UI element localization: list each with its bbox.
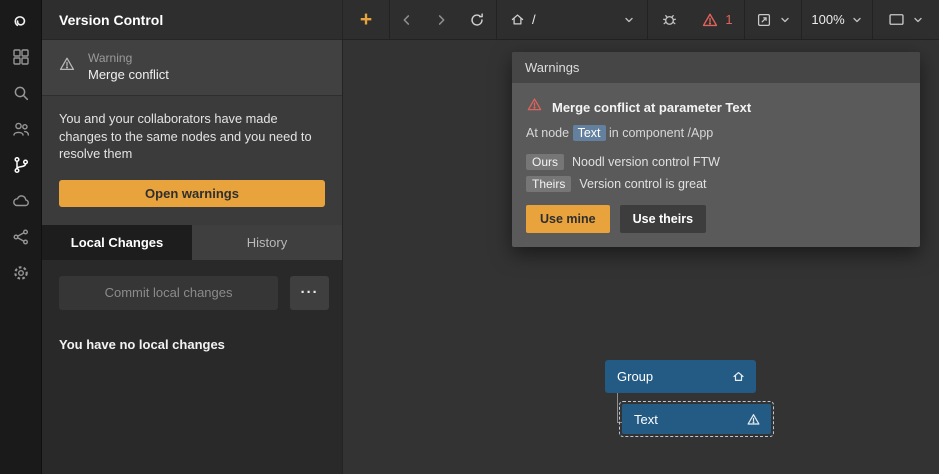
ours-value: Noodl version control FTW (572, 155, 720, 169)
conflict-description: You and your collaborators have made cha… (42, 96, 342, 163)
open-warnings-button[interactable]: Open warnings (59, 180, 325, 207)
merge-conflict-banner: Warning Merge conflict (42, 40, 342, 96)
sidebar-item-collaboration[interactable] (10, 118, 32, 139)
chevron-down-icon (912, 14, 924, 26)
theirs-value: Version control is great (579, 177, 706, 191)
node-label: Text (634, 412, 658, 427)
home-icon (509, 11, 526, 28)
chevron-left-icon (398, 11, 416, 29)
expand-icon (755, 11, 773, 29)
chevron-right-icon (432, 11, 450, 29)
node-text[interactable]: Text (622, 404, 771, 434)
forward-button[interactable] (424, 0, 458, 39)
app-window: Version Control Warning Merge conflict Y… (0, 0, 939, 474)
add-node-button[interactable]: + (343, 0, 389, 39)
node-text-selection[interactable]: Text (619, 401, 774, 437)
chevron-down-icon (851, 14, 863, 26)
home-icon (731, 369, 746, 384)
use-mine-button[interactable]: Use mine (526, 205, 610, 233)
ours-row: Ours Noodl version control FTW (526, 154, 906, 170)
theirs-row: Theirs Version control is great (526, 176, 906, 192)
component-path-dropdown[interactable]: / (497, 0, 647, 39)
conflict-location: At node Text in component /App (526, 126, 906, 140)
back-button[interactable] (390, 0, 424, 39)
chevron-down-icon (779, 14, 791, 26)
use-theirs-button[interactable]: Use theirs (620, 205, 706, 233)
warning-message: Merge conflict (88, 67, 169, 82)
zoom-level-label: 100% (811, 12, 844, 27)
preview-mode-dropdown[interactable] (745, 0, 801, 39)
sidebar-item-cloud[interactable] (10, 190, 32, 211)
search-icon (11, 83, 31, 103)
panel-tabs: Local Changes History (42, 225, 342, 260)
sidebar-item-settings[interactable] (10, 262, 32, 283)
ours-chip: Ours (526, 154, 564, 170)
warnings-popup: Warnings Merge conflict at parameter Tex… (512, 52, 920, 247)
node-label: Group (617, 369, 653, 384)
sidebar-item-components[interactable] (10, 46, 32, 67)
main-area: + / (343, 0, 939, 474)
warning-triangle-icon (701, 11, 719, 29)
tab-local-changes[interactable]: Local Changes (42, 225, 192, 260)
component-path-label: / (532, 12, 536, 27)
commit-local-changes-button[interactable]: Commit local changes (59, 276, 278, 310)
warnings-button[interactable]: 1 (690, 0, 744, 39)
theirs-chip: Theirs (526, 176, 571, 192)
viewport-size-dropdown[interactable] (873, 0, 937, 39)
warnings-popup-title: Warnings (512, 52, 920, 83)
more-options-button[interactable]: ··· (290, 276, 329, 310)
debug-button[interactable] (648, 0, 690, 39)
panel-title: Version Control (42, 0, 342, 40)
gear-icon (11, 263, 31, 283)
refresh-icon (468, 11, 486, 29)
zoom-level-dropdown[interactable]: 100% (802, 0, 872, 39)
warning-triangle-icon (746, 412, 761, 427)
bug-icon (660, 10, 679, 29)
warning-triangle-icon (526, 96, 543, 118)
version-control-panel: Version Control Warning Merge conflict Y… (42, 0, 343, 474)
sidebar-item-search[interactable] (10, 82, 32, 103)
warning-triangle-icon (58, 55, 76, 78)
share-nodes-icon (11, 227, 31, 247)
cloud-icon (11, 191, 31, 211)
local-changes-content: Commit local changes ··· You have no loc… (42, 260, 342, 474)
sidebar-item-cloud-functions[interactable] (10, 226, 32, 247)
grid-icon (11, 47, 31, 67)
people-icon (11, 119, 31, 139)
git-branch-icon (11, 155, 31, 175)
node-connector (617, 393, 618, 423)
activity-bar (0, 0, 42, 474)
tab-history[interactable]: History (192, 225, 342, 260)
canvas-toolbar: + / (343, 0, 939, 40)
monitor-icon (887, 10, 906, 29)
no-local-changes-message: You have no local changes (59, 337, 329, 352)
warning-label: Warning (88, 51, 169, 65)
sidebar-item-version-control[interactable] (10, 154, 32, 175)
chevron-down-icon (623, 14, 635, 26)
node-name-chip: Text (573, 125, 606, 141)
warning-count-badge: 1 (725, 12, 732, 27)
conflict-title: Merge conflict at parameter Text (552, 100, 751, 115)
node-group[interactable]: Group (605, 360, 756, 393)
noodl-logo-icon[interactable] (10, 10, 32, 31)
refresh-button[interactable] (458, 0, 496, 39)
